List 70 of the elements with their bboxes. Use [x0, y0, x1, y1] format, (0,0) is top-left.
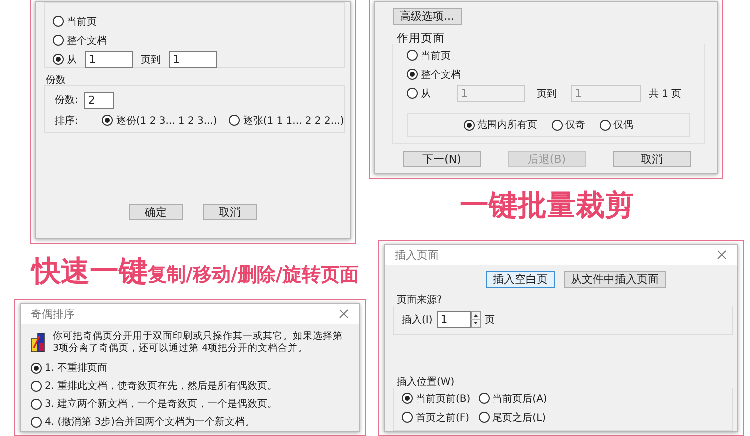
radio-option[interactable]: 4. (撤消第 3步)合并回两个文档为一个新文档。: [31, 415, 256, 429]
radio-button[interactable]: [478, 412, 490, 424]
field-label: 份数:: [55, 94, 78, 107]
headline-subtext: 复制/移动/删除/旋转页面: [148, 263, 359, 288]
text-field[interactable]: 1: [85, 51, 133, 68]
radio-option[interactable]: 范围内所有页: [464, 118, 538, 132]
radio-option[interactable]: 1. 不重排页面: [31, 361, 108, 375]
unit-label: 页: [484, 314, 495, 327]
radio-button[interactable]: [102, 115, 114, 126]
headline-text: 一键批量裁剪: [460, 187, 634, 224]
text-field[interactable]: 1: [169, 51, 217, 68]
number-field[interactable]: 1: [436, 311, 471, 328]
radio-option[interactable]: 3. 建立两个新文档，一个是奇数页，一个是偶数页。: [31, 397, 278, 411]
group-label: 份数: [46, 74, 67, 85]
radio-button[interactable]: [464, 120, 474, 130]
radio-button[interactable]: [31, 398, 42, 410]
text-field[interactable]: 2: [84, 92, 114, 108]
field-label: 插入(I): [402, 314, 433, 327]
ok-button[interactable]: 确定: [129, 204, 183, 220]
radio-option[interactable]: 逐份(1 2 3... 1 2 3...): [102, 114, 218, 128]
radio-button[interactable]: [53, 35, 64, 46]
radio-button[interactable]: [552, 120, 562, 130]
group-label: 页面来源?: [397, 294, 444, 306]
radio-button[interactable]: [31, 362, 42, 374]
radio-option[interactable]: 当前页: [53, 14, 97, 28]
tab[interactable]: 插入空白页: [486, 271, 555, 288]
pages-icon: [31, 333, 45, 353]
close-icon[interactable]: [339, 309, 349, 319]
group-label: 作用页面: [397, 31, 446, 44]
radio-option[interactable]: 从: [53, 52, 77, 66]
radio-button[interactable]: [478, 393, 490, 404]
radio-option[interactable]: 逐张(1 1 1... 2 2 2...): [229, 114, 344, 128]
cancel-button[interactable]: 取消: [203, 204, 257, 220]
radio-button[interactable]: [229, 115, 240, 126]
radio-option[interactable]: 仅奇: [552, 118, 586, 132]
field-label: 排序:: [55, 114, 78, 128]
radio-button[interactable]: [31, 416, 42, 428]
radio-button[interactable]: [31, 380, 42, 392]
radio-button[interactable]: [600, 120, 610, 130]
radio-button[interactable]: [402, 412, 413, 424]
cancel-button[interactable]: 取消: [613, 151, 691, 167]
tab[interactable]: 从文件中插入页面: [564, 271, 666, 288]
radio-button[interactable]: [407, 50, 418, 61]
radio-button[interactable]: [53, 16, 64, 27]
advanced-options-button[interactable]: 高级选项...: [393, 8, 462, 25]
radio-option[interactable]: 整个文档: [53, 34, 107, 48]
group-label: 插入位置(W): [397, 376, 456, 388]
spin-button[interactable]: [470, 311, 481, 328]
radio-option[interactable]: 2. 重排此文档，使奇数页在先，然后是所有偶数页。: [31, 379, 278, 393]
close-icon[interactable]: [717, 250, 727, 260]
radio-option[interactable]: 当前页后(A): [478, 390, 548, 408]
radio-button[interactable]: [407, 88, 418, 99]
radio-button[interactable]: [53, 54, 64, 65]
dialog-title: 奇偶排序: [31, 306, 75, 322]
radio-option[interactable]: 尾页之后(L): [478, 408, 548, 427]
radio-option[interactable]: 首页之前(F): [402, 408, 471, 427]
radio-option[interactable]: 从: [407, 86, 431, 100]
range-to-label: 页到: [141, 54, 161, 66]
description-text: 你可把奇偶页分开用于双面印刷或只操作其一或其它。如果选择第 3项分离了奇偶页，还可以通过第 4项把分开的文档合并。: [53, 331, 344, 355]
next-button[interactable]: 下一(N): [403, 151, 481, 167]
headline-text: 快速一键: [32, 253, 148, 290]
dialog-title: 插入页面: [395, 248, 439, 263]
radio-option[interactable]: 当前页前(B): [402, 390, 471, 408]
radio-option[interactable]: 仅偶: [600, 118, 634, 132]
page-count: 共 1 页: [649, 88, 682, 100]
range-to-label: 页到: [537, 88, 557, 100]
radio-button[interactable]: [407, 69, 418, 80]
radio-button[interactable]: [402, 393, 413, 404]
radio-option[interactable]: 当前页: [407, 48, 451, 62]
radio-option[interactable]: 整个文档: [407, 68, 461, 82]
